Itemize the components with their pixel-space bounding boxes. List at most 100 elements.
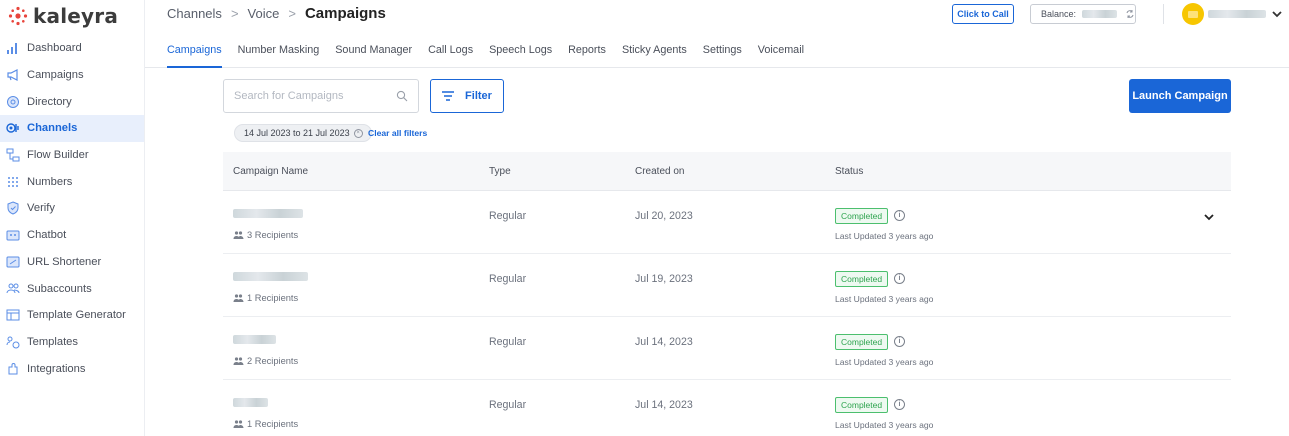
kaleyra-logo-mark [8, 6, 28, 26]
column-header-type: Type [489, 166, 511, 177]
sidebar-item-templates[interactable]: Templates [0, 329, 144, 356]
users-icon [233, 294, 244, 302]
sidebar-item-chatbot[interactable]: Chatbot [0, 222, 144, 249]
recipients-count: 1 Recipients [233, 419, 298, 429]
balance-label: Balance: [1041, 9, 1077, 19]
tab-reports[interactable]: Reports [568, 37, 606, 68]
filter-button[interactable]: Filter [430, 79, 504, 113]
refresh-icon[interactable] [1125, 9, 1135, 19]
campaign-created: Jul 20, 2023 [635, 210, 693, 222]
sidebar-item-label: Template Generator [27, 309, 126, 322]
click-to-call-button[interactable]: Click to Call [952, 4, 1014, 24]
sidebar-item-channels[interactable]: Channels [0, 115, 144, 142]
template-icon [6, 308, 20, 322]
users-icon [6, 282, 20, 296]
page-title: Campaigns [304, 5, 386, 22]
top-header: Channels > Voice > Campaigns Click to Ca… [145, 0, 1289, 30]
sidebar-item-label: URL Shortener [27, 255, 102, 268]
last-updated: Last Updated 3 years ago [835, 420, 934, 430]
sidebar-item-label: Verify [27, 202, 55, 215]
filter-icon [442, 91, 455, 101]
campaign-type: Regular [489, 210, 527, 222]
tab-voicemail[interactable]: Voicemail [758, 37, 804, 68]
sidebar-item-label: Templates [27, 335, 78, 348]
tab-sound-manager[interactable]: Sound Manager [335, 37, 412, 68]
last-updated: Last Updated 3 years ago [835, 357, 934, 367]
sidebar-item-label: Subaccounts [27, 282, 92, 295]
tab-sticky-agents[interactable]: Sticky Agents [622, 37, 687, 68]
sidebar-item-verify[interactable]: Verify [0, 195, 144, 222]
sidebar-item-subaccounts[interactable]: Subaccounts [0, 275, 144, 302]
table-row[interactable]: 3 Recipients Regular Jul 20, 2023 Comple… [223, 191, 1231, 254]
sidebar-item-directory[interactable]: Directory [0, 88, 144, 115]
breadcrumb-separator: > [288, 6, 296, 21]
avatar[interactable] [1182, 3, 1204, 25]
user-name-redacted[interactable] [1208, 10, 1266, 18]
sidebar-nav: Dashboard Campaigns Directory Channels F… [0, 35, 144, 382]
sidebar-item-numbers[interactable]: Numbers [0, 168, 144, 195]
sidebar-item-label: Directory [27, 95, 72, 108]
flow-icon [6, 148, 20, 162]
column-header-created: Created on [635, 166, 685, 177]
info-icon[interactable]: i [894, 210, 905, 221]
table-row[interactable]: 1 Recipients Regular Jul 19, 2023 Comple… [223, 254, 1231, 317]
header-divider [1163, 4, 1164, 24]
status-badge: Completed [835, 208, 889, 224]
channels-icon [6, 121, 20, 135]
campaign-name-redacted[interactable] [233, 209, 303, 218]
sidebar-item-integrations[interactable]: Integrations [0, 355, 144, 382]
sidebar-item-url-shortener[interactable]: URL Shortener [0, 249, 144, 276]
campaign-name-redacted[interactable] [233, 335, 276, 344]
search-box[interactable] [223, 79, 419, 113]
link-icon [6, 255, 20, 269]
megaphone-icon [6, 68, 20, 82]
sidebar-item-label: Chatbot [27, 229, 67, 242]
column-header-status: Status [835, 166, 864, 177]
breadcrumb-channels[interactable]: Channels [167, 6, 222, 21]
info-icon[interactable]: i [894, 273, 905, 284]
recipients-count: 1 Recipients [233, 293, 298, 303]
breadcrumb-voice[interactable]: Voice [248, 6, 280, 21]
close-icon[interactable]: × [353, 128, 363, 138]
chatbot-icon [6, 228, 20, 242]
launch-campaign-button[interactable]: Launch Campaign [1129, 79, 1231, 113]
tab-call-logs[interactable]: Call Logs [428, 37, 473, 68]
status-badge: Completed [835, 334, 889, 350]
info-icon[interactable]: i [894, 399, 905, 410]
tab-number-masking[interactable]: Number Masking [238, 37, 320, 68]
tab-speech-logs[interactable]: Speech Logs [489, 37, 552, 68]
campaign-type: Regular [489, 399, 527, 411]
sidebar-item-label: Flow Builder [27, 149, 89, 162]
breadcrumb-separator: > [230, 6, 239, 21]
kaleyra-logo[interactable]: kaleyra [8, 4, 118, 28]
balance-value-redacted [1082, 10, 1117, 18]
chevron-down-icon[interactable] [1203, 212, 1215, 222]
clear-filters-link[interactable]: Clear all filters [368, 128, 427, 138]
campaign-name-redacted[interactable] [233, 272, 308, 281]
recipients-count: 3 Recipients [233, 230, 298, 240]
table-header: Campaign Name Type Created on Status [223, 152, 1231, 191]
sidebar-item-dashboard[interactable]: Dashboard [0, 35, 144, 62]
chevron-down-icon[interactable] [1271, 8, 1283, 20]
search-input[interactable] [234, 90, 384, 102]
sidebar-item-flow-builder[interactable]: Flow Builder [0, 142, 144, 169]
sidebar-item-template-generator[interactable]: Template Generator [0, 302, 144, 329]
sidebar-item-label: Dashboard [27, 42, 82, 55]
sidebar-item-campaigns[interactable]: Campaigns [0, 62, 144, 89]
date-filter-chip: 14 Jul 2023 to 21 Jul 2023 × [234, 124, 372, 142]
filter-label: Filter [465, 90, 492, 102]
info-icon[interactable]: i [894, 336, 905, 347]
table-row[interactable]: 2 Recipients Regular Jul 14, 2023 Comple… [223, 317, 1231, 380]
tab-campaigns[interactable]: Campaigns [167, 37, 222, 68]
users-icon [233, 420, 244, 428]
search-icon[interactable] [396, 90, 408, 102]
tab-settings[interactable]: Settings [703, 37, 742, 68]
campaign-created: Jul 14, 2023 [635, 336, 693, 348]
column-header-name: Campaign Name [233, 166, 309, 177]
logo-text: kaleyra [33, 4, 119, 28]
campaign-type: Regular [489, 336, 527, 348]
campaign-name-redacted[interactable] [233, 398, 268, 407]
table-row[interactable]: 1 Recipients Regular Jul 14, 2023 Comple… [223, 380, 1231, 436]
status-badge: Completed [835, 397, 889, 413]
balance-box: Balance: [1030, 4, 1136, 24]
